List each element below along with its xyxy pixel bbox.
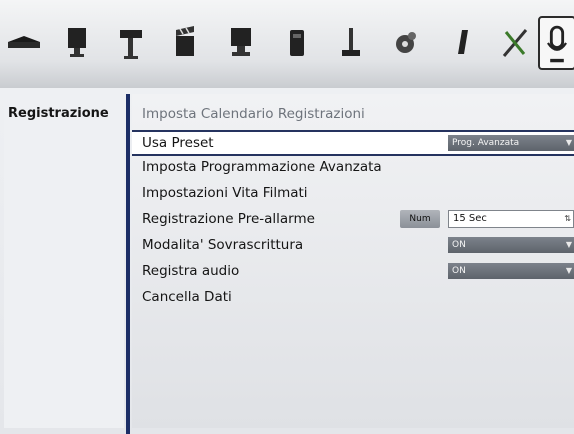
audio-select[interactable]: ON ▼: [448, 263, 574, 279]
divider: [126, 94, 130, 434]
dropdown-arrow-icon: ▼: [565, 266, 572, 275]
dropdown-arrow-icon: ▼: [565, 240, 572, 249]
usb-icon[interactable]: [446, 22, 476, 62]
setting-row-registra-audio[interactable]: Registra audio ON ▼: [132, 260, 574, 282]
setting-label: Registrazione Pre-allarme: [142, 211, 315, 227]
setting-row-usa-preset[interactable]: Usa Preset Prog. Avanzata ▼: [132, 130, 574, 156]
overwrite-select[interactable]: ON ▼: [448, 237, 574, 253]
network-icon[interactable]: [282, 22, 312, 62]
microphone-icon[interactable]: [538, 16, 574, 70]
panel-header: Imposta Calendario Registrazioni: [142, 106, 365, 122]
setting-label: Modalita' Sovrascrittura: [142, 237, 304, 253]
setting-row-sovrascrittura[interactable]: Modalita' Sovrascrittura ON ▼: [132, 234, 574, 256]
left-panel: Registrazione: [4, 94, 124, 428]
stepper-icon[interactable]: ⇅: [564, 211, 571, 227]
preset-select[interactable]: Prog. Avanzata ▼: [448, 135, 574, 151]
clapperboard-icon[interactable]: [170, 22, 200, 62]
setting-row-vita-filmati[interactable]: Impostazioni Vita Filmati: [132, 182, 574, 204]
monitor-icon[interactable]: [62, 22, 92, 62]
tools-icon[interactable]: [500, 22, 530, 62]
section-title[interactable]: Registrazione: [8, 106, 109, 121]
setting-row-cancella-dati[interactable]: Cancella Dati: [132, 286, 574, 308]
setting-row-pre-allarme[interactable]: Registrazione Pre-allarme Num 15 Sec ⇅: [132, 208, 574, 230]
right-panel: Imposta Calendario Registrazioni Usa Pre…: [132, 94, 574, 428]
computer-icon[interactable]: [226, 22, 256, 62]
dropdown-arrow-icon: ▼: [565, 138, 572, 147]
setting-label: Cancella Dati: [142, 289, 232, 305]
camera-icon[interactable]: [116, 22, 146, 62]
num-button[interactable]: Num: [400, 210, 440, 228]
top-icon-bar: [0, 0, 574, 88]
drive-icon[interactable]: [6, 22, 42, 62]
joystick-icon[interactable]: [336, 22, 366, 62]
setting-row-programmazione[interactable]: Imposta Programmazione Avanzata: [132, 156, 574, 178]
setting-label: Usa Preset: [142, 135, 214, 151]
setting-label: Registra audio: [142, 263, 240, 279]
settings-screen: Registrazione Imposta Calendario Registr…: [0, 88, 574, 434]
setting-label: Impostazioni Vita Filmati: [142, 185, 308, 201]
setting-label: Imposta Programmazione Avanzata: [142, 159, 382, 175]
gear-icon[interactable]: [390, 22, 420, 62]
pre-alarm-input[interactable]: 15 Sec ⇅: [448, 210, 574, 228]
